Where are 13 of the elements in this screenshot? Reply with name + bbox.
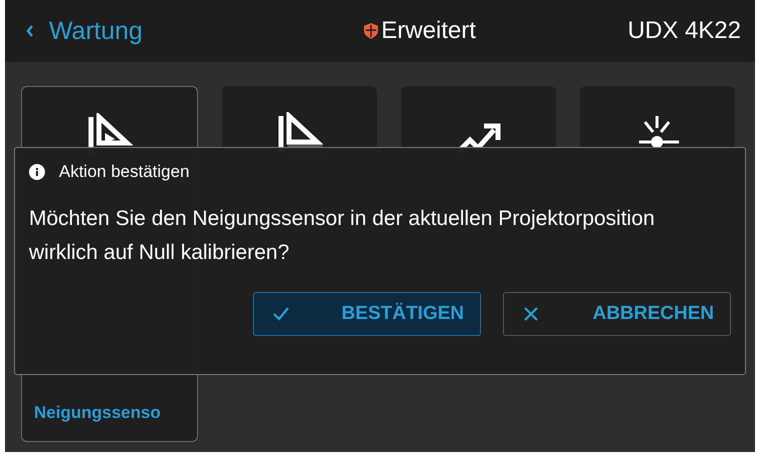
device-name: UDX 4K22 [628, 17, 741, 45]
dialog-title: Aktion bestätigen [59, 162, 190, 182]
shield-icon [364, 23, 378, 39]
check-icon [272, 305, 290, 323]
screen-title: Erweitert [381, 17, 476, 45]
dialog-message: Möchten Sie den Neigungssensor in der aktuellen Projektorposition wirklich auf Null kalibrieren? [29, 206, 656, 266]
info-icon [29, 164, 45, 180]
confirm-button[interactable]: BESTÄTIGEN [253, 292, 481, 336]
close-icon [522, 305, 540, 323]
tile-label: Neigungssenso [34, 403, 161, 423]
back-button[interactable]: Wartung [25, 16, 143, 46]
cancel-button[interactable]: ABBRECHEN [503, 292, 731, 336]
back-icon [25, 24, 35, 38]
